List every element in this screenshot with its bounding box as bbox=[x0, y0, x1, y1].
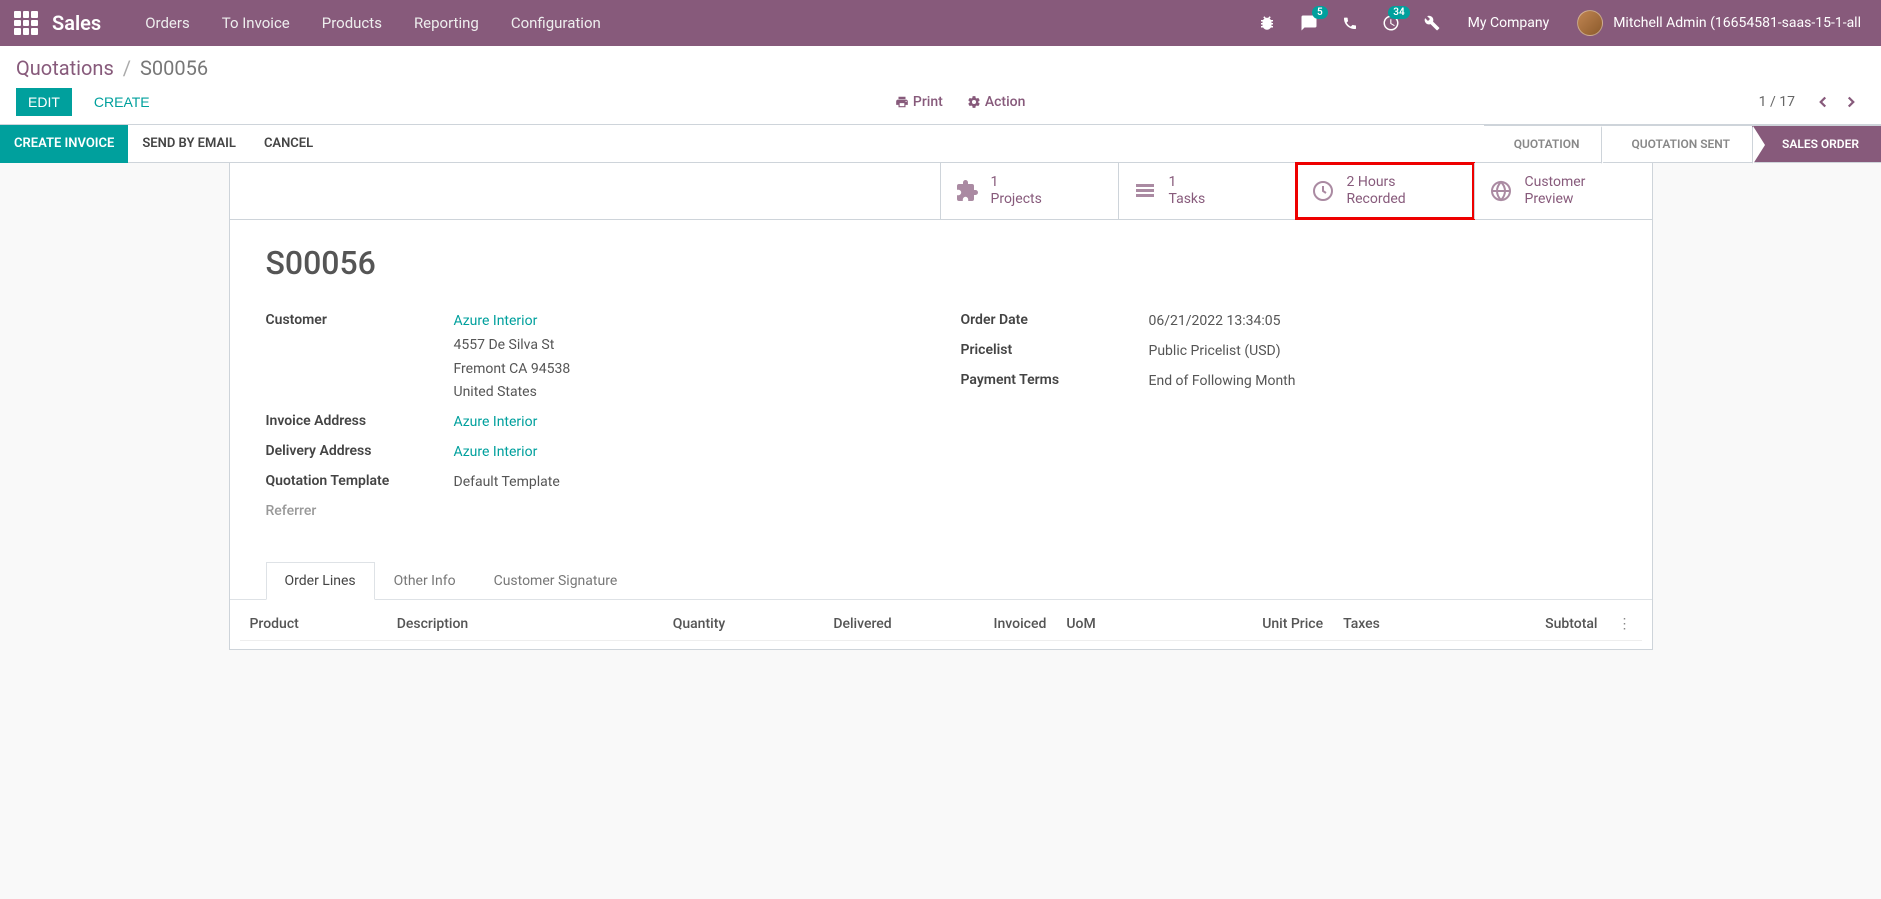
col-quantity[interactable]: Quantity bbox=[581, 608, 735, 641]
customer-link[interactable]: Azure Interior bbox=[454, 313, 538, 329]
breadcrumb-current: S00056 bbox=[140, 56, 208, 80]
breadcrumb-root[interactable]: Quotations bbox=[16, 56, 114, 80]
send-email-button[interactable]: SEND BY EMAIL bbox=[128, 125, 250, 163]
nav-orders[interactable]: Orders bbox=[129, 0, 206, 46]
stat-button-box: 1 Projects 1 Tasks 2 Hours Recorded bbox=[230, 163, 1652, 220]
globe-icon bbox=[1489, 179, 1513, 203]
record-title: S00056 bbox=[266, 244, 1616, 282]
avatar bbox=[1577, 10, 1603, 36]
form-right: Order Date 06/21/2022 13:34:05 Pricelist… bbox=[961, 310, 1616, 525]
col-product[interactable]: Product bbox=[240, 608, 387, 641]
value-order-date: 06/21/2022 13:34:05 bbox=[1149, 310, 1616, 334]
stat-tasks[interactable]: 1 Tasks bbox=[1118, 163, 1296, 219]
status-quotation[interactable]: QUOTATION bbox=[1484, 125, 1602, 163]
label-referrer: Referrer bbox=[266, 501, 454, 519]
order-lines-table: Product Description Quantity Delivered I… bbox=[240, 608, 1642, 641]
cancel-button[interactable]: CANCEL bbox=[250, 125, 327, 163]
action-button[interactable]: Action bbox=[967, 94, 1026, 110]
stat-customer-preview[interactable]: Customer Preview bbox=[1474, 163, 1652, 219]
breadcrumb: Quotations / S00056 bbox=[16, 56, 1865, 80]
edit-button[interactable]: EDIT bbox=[16, 88, 72, 116]
pager-text: 1 / 17 bbox=[1759, 94, 1795, 110]
label-order-date: Order Date bbox=[961, 310, 1149, 334]
col-description[interactable]: Description bbox=[387, 608, 581, 641]
user-menu[interactable]: Mitchell Admin (16654581-saas-15-1-all bbox=[1565, 10, 1873, 36]
create-invoice-button[interactable]: CREATE INVOICE bbox=[0, 125, 128, 163]
messages-badge: 5 bbox=[1312, 6, 1328, 19]
col-invoiced[interactable]: Invoiced bbox=[902, 608, 1057, 641]
tab-customer-signature[interactable]: Customer Signature bbox=[475, 562, 637, 600]
nav-reporting[interactable]: Reporting bbox=[398, 0, 495, 46]
invoice-address-link[interactable]: Azure Interior bbox=[454, 414, 538, 430]
clock-icon bbox=[1311, 179, 1335, 203]
nav-to-invoice[interactable]: To Invoice bbox=[206, 0, 306, 46]
tasks-icon bbox=[1133, 179, 1157, 203]
col-taxes[interactable]: Taxes bbox=[1333, 608, 1454, 641]
create-button[interactable]: CREATE bbox=[82, 88, 162, 116]
debug-icon[interactable] bbox=[1246, 0, 1288, 46]
status-quotation-sent[interactable]: QUOTATION SENT bbox=[1601, 125, 1752, 163]
label-pricelist: Pricelist bbox=[961, 340, 1149, 364]
print-icon bbox=[895, 95, 909, 109]
form-tabs: Order Lines Other Info Customer Signatur… bbox=[230, 561, 1652, 600]
value-pricelist: Public Pricelist (USD) bbox=[1149, 340, 1616, 364]
tab-order-lines[interactable]: Order Lines bbox=[266, 562, 375, 600]
nav-configuration[interactable]: Configuration bbox=[495, 0, 617, 46]
activities-badge: 34 bbox=[1388, 6, 1409, 19]
tab-other-info[interactable]: Other Info bbox=[375, 562, 475, 600]
puzzle-icon bbox=[955, 179, 979, 203]
label-quotation-template: Quotation Template bbox=[266, 471, 454, 495]
col-subtotal[interactable]: Subtotal bbox=[1454, 608, 1608, 641]
value-payment-terms: End of Following Month bbox=[1149, 370, 1616, 394]
status-sales-order[interactable]: SALES ORDER bbox=[1752, 125, 1881, 163]
label-invoice-address: Invoice Address bbox=[266, 411, 454, 435]
stat-hours-recorded[interactable]: 2 Hours Recorded bbox=[1296, 163, 1474, 219]
tools-icon[interactable] bbox=[1412, 0, 1452, 46]
stat-projects[interactable]: 1 Projects bbox=[940, 163, 1118, 219]
col-unit-price[interactable]: Unit Price bbox=[1161, 608, 1333, 641]
form-left: Customer Azure Interior 4557 De Silva St… bbox=[266, 310, 921, 525]
nav-products[interactable]: Products bbox=[306, 0, 398, 46]
app-brand[interactable]: Sales bbox=[52, 11, 101, 35]
label-customer: Customer bbox=[266, 310, 454, 405]
user-name: Mitchell Admin (16654581-saas-15-1-all bbox=[1613, 15, 1861, 31]
gear-icon bbox=[967, 95, 981, 109]
form-sheet: 1 Projects 1 Tasks 2 Hours Recorded bbox=[229, 163, 1653, 650]
phone-icon[interactable] bbox=[1330, 0, 1370, 46]
col-uom[interactable]: UoM bbox=[1056, 608, 1161, 641]
messages-icon[interactable]: 5 bbox=[1288, 0, 1330, 46]
value-quotation-template: Default Template bbox=[454, 471, 921, 495]
label-payment-terms: Payment Terms bbox=[961, 370, 1149, 394]
activities-icon[interactable]: 34 bbox=[1370, 0, 1412, 46]
chevron-left-icon bbox=[1814, 93, 1832, 111]
control-panel: Quotations / S00056 EDIT CREATE Print Ac… bbox=[0, 46, 1881, 125]
chevron-right-icon bbox=[1842, 93, 1860, 111]
col-delivered[interactable]: Delivered bbox=[735, 608, 901, 641]
apps-icon[interactable] bbox=[14, 11, 38, 35]
pager-prev[interactable] bbox=[1809, 88, 1837, 116]
print-button[interactable]: Print bbox=[895, 94, 943, 110]
statusbar: CREATE INVOICE SEND BY EMAIL CANCEL QUOT… bbox=[0, 125, 1881, 163]
col-menu-icon[interactable]: ⋮ bbox=[1608, 608, 1642, 641]
pager-next[interactable] bbox=[1837, 88, 1865, 116]
top-navbar: Sales Orders To Invoice Products Reporti… bbox=[0, 0, 1881, 46]
delivery-address-link[interactable]: Azure Interior bbox=[454, 444, 538, 460]
company-selector[interactable]: My Company bbox=[1452, 15, 1566, 31]
label-delivery-address: Delivery Address bbox=[266, 441, 454, 465]
